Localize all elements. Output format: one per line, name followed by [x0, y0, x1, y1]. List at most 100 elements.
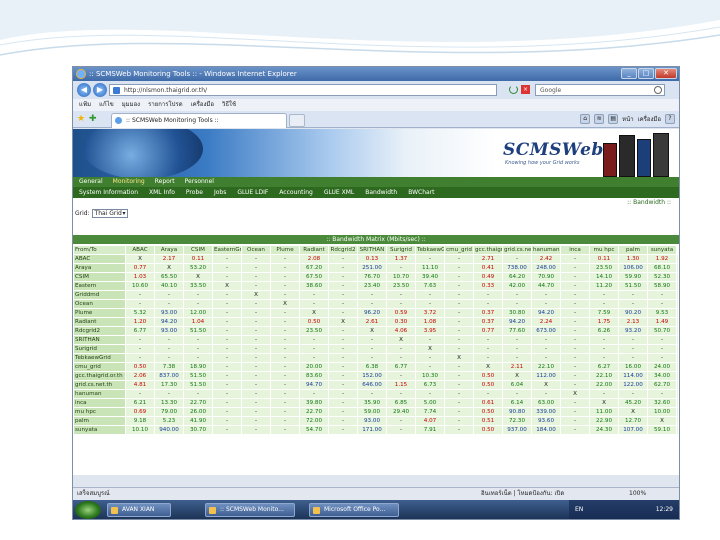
- stop-icon[interactable]: ×: [521, 85, 530, 94]
- matrix-cell: -: [328, 308, 358, 318]
- maximize-button[interactable]: □: [638, 68, 654, 79]
- home-icon[interactable]: ⌂: [580, 114, 591, 124]
- nav-jobs[interactable]: Jobs: [214, 187, 226, 198]
- matrix-cell: 2.24: [531, 317, 561, 327]
- nav-monitoring[interactable]: Monitoring: [113, 177, 145, 187]
- matrix-cell: 24.30: [589, 425, 619, 435]
- matrix-cell: -: [676, 299, 679, 309]
- menu-view[interactable]: มุมมอง: [122, 99, 140, 111]
- matrix-row-label: mu hpc: [73, 407, 126, 417]
- start-button[interactable]: [75, 501, 101, 519]
- menu-tools[interactable]: เครื่องมือ: [191, 99, 214, 111]
- forward-button[interactable]: ▶: [93, 83, 107, 97]
- address-bar[interactable]: http://nlsmon.thaigrid.or.th/: [109, 84, 497, 96]
- page-menu[interactable]: หน้า: [622, 114, 633, 125]
- nav-report[interactable]: Report: [155, 177, 175, 187]
- matrix-cell: 6.04: [502, 380, 532, 390]
- matrix-cell: -: [212, 308, 242, 318]
- add-favorite-icon[interactable]: ✚: [89, 114, 97, 124]
- matrix-cell: 4.81: [125, 380, 155, 390]
- nav-general[interactable]: General: [79, 177, 103, 187]
- search-input[interactable]: Google: [535, 84, 665, 96]
- back-button[interactable]: ◀: [77, 83, 91, 97]
- matrix-cell: 122.00: [618, 380, 648, 390]
- matrix-cell: -: [154, 299, 184, 309]
- matrix-cell: -: [647, 290, 677, 300]
- matrix-cell: -: [560, 299, 590, 309]
- language-indicator[interactable]: EN: [575, 506, 583, 513]
- close-button[interactable]: ✕: [655, 68, 677, 79]
- window-title: :: SCMSWeb Monitoring Tools :: - Windows…: [89, 70, 297, 78]
- matrix-row: hanuman---------------X----: [73, 389, 679, 399]
- nav-accounting[interactable]: Accounting: [279, 187, 313, 198]
- matrix-cell: -: [241, 425, 271, 435]
- menu-file[interactable]: แฟ้ม: [79, 99, 91, 111]
- browser-tab[interactable]: :: SCMSWeb Monitoring Tools ::: [111, 113, 287, 128]
- menu-edit[interactable]: แก้ไข: [99, 99, 114, 111]
- minimize-button[interactable]: _: [621, 68, 637, 79]
- refresh-icon[interactable]: [509, 85, 518, 94]
- slide: :: SCMSWeb Monitoring Tools :: - Windows…: [0, 0, 720, 540]
- matrix-cell: -: [328, 299, 358, 309]
- matrix-column-header: gcc.thaigrid.or.th: [473, 245, 503, 255]
- grid-select[interactable]: Thai Grid: [91, 209, 128, 218]
- taskbar-item-1[interactable]: AVAN XIAN: [107, 503, 171, 517]
- matrix-cell: -: [386, 353, 416, 363]
- matrix-column-header: Surigrid: [386, 245, 416, 255]
- help-icon[interactable]: ?: [665, 114, 675, 124]
- matrix-cell: -: [560, 254, 590, 264]
- matrix-cell: -: [328, 281, 358, 291]
- matrix-cell: -: [444, 299, 474, 309]
- matrix-cell: -: [444, 281, 474, 291]
- matrix-cell: -: [212, 299, 242, 309]
- matrix-cell: -: [270, 263, 300, 273]
- matrix-cell: 59.10: [647, 425, 677, 435]
- matrix-cell: -: [618, 353, 648, 363]
- matrix-cell: -: [473, 335, 503, 345]
- new-tab-button[interactable]: [289, 114, 305, 127]
- screenshot-window: :: SCMSWeb Monitoring Tools :: - Windows…: [72, 66, 680, 520]
- matrix-cell: X: [125, 254, 155, 264]
- search-placeholder: Google: [540, 87, 562, 94]
- nav-xml-info[interactable]: XML Info: [149, 187, 175, 198]
- nav-system-information[interactable]: System Information: [79, 187, 138, 198]
- tools-menu[interactable]: เครื่องมือ: [638, 114, 661, 125]
- slide-swoosh-decoration: [0, 0, 720, 56]
- matrix-cell: -: [531, 335, 561, 345]
- nav-bandwidth[interactable]: Bandwidth: [365, 187, 397, 198]
- matrix-cell: 67.50: [299, 272, 329, 282]
- matrix-cell: -: [589, 299, 619, 309]
- matrix-row: gcc.thaigrid.or.th 2.06 837.00 51.50- - -83.6…: [73, 371, 679, 381]
- nav-probe[interactable]: Probe: [186, 187, 203, 198]
- print-icon[interactable]: ▤: [608, 114, 619, 124]
- feeds-icon[interactable]: ≋: [594, 114, 605, 124]
- menu-favorites[interactable]: รายการโปรด: [148, 99, 182, 111]
- favorites-star-icon[interactable]: ★: [77, 114, 85, 124]
- matrix-row: CSIM 1.03 65.50 X - - -67.50-76.70 10.70 39.40-0…: [73, 272, 679, 282]
- nav-glue-ldif[interactable]: GLUE LDIF: [237, 187, 268, 198]
- matrix-cell: -: [444, 371, 474, 381]
- taskbar-item-3[interactable]: Microsoft Office Po...: [309, 503, 399, 517]
- menu-help[interactable]: วิธีใช้: [222, 99, 236, 111]
- nav-bwchart[interactable]: BWChart: [408, 187, 434, 198]
- matrix-cell: 93.00: [357, 416, 387, 426]
- matrix-cell: -: [328, 425, 358, 435]
- matrix-cell: X: [212, 281, 242, 291]
- matrix-cell: 29.40: [386, 407, 416, 417]
- matrix-column-header: grid.cs.net.th: [502, 245, 532, 255]
- matrix-cell: 940.00: [154, 425, 184, 435]
- matrix-cell: -: [328, 407, 358, 417]
- matrix-cell: -: [502, 344, 532, 354]
- zoom-level[interactable]: 100%: [629, 488, 646, 500]
- command-bar: ⌂ ≋ ▤ หน้า เครื่องมือ ?: [580, 114, 675, 125]
- matrix-cell: 57.: [676, 407, 679, 417]
- matrix-cell: 937.00: [502, 425, 532, 435]
- matrix-cell: -: [328, 263, 358, 273]
- taskbar-item-2[interactable]: :: SCMSWeb Monito...: [205, 503, 295, 517]
- matrix-cell: -: [531, 299, 561, 309]
- nav-glue-xml[interactable]: GLUE XML: [324, 187, 354, 198]
- search-icon[interactable]: [654, 86, 662, 94]
- matrix-cell: -: [328, 371, 358, 381]
- matrix-cell: -: [183, 290, 213, 300]
- nav-personnel[interactable]: Personnel: [185, 177, 214, 187]
